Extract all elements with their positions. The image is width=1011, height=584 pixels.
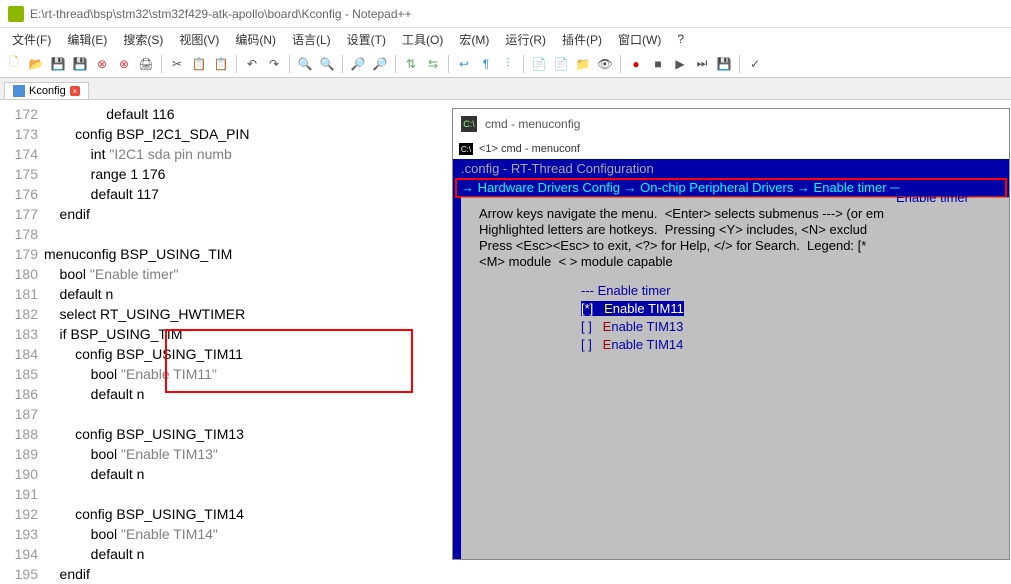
- play-multi-icon[interactable]: ⏭: [693, 55, 711, 73]
- cmd-titlebar[interactable]: C:\ cmd - menuconfig: [453, 109, 1009, 139]
- find-icon[interactable]: 🔍: [296, 55, 314, 73]
- cut-icon[interactable]: ✂: [168, 55, 186, 73]
- menuconfig-option[interactable]: [*] Enable TIM11: [581, 300, 1009, 318]
- tab-kconfig[interactable]: Kconfig ×: [4, 82, 89, 99]
- open-file-icon[interactable]: 📂: [27, 55, 45, 73]
- play-icon[interactable]: ▶: [671, 55, 689, 73]
- menu-run[interactable]: 运行(R): [497, 31, 554, 48]
- menubar: 文件(F) 编辑(E) 搜索(S) 视图(V) 编码(N) 语言(L) 设置(T…: [0, 28, 1011, 50]
- sync-h-icon[interactable]: ⇆: [424, 55, 442, 73]
- menuconfig-option[interactable]: [ ] Enable TIM14: [581, 336, 1009, 354]
- window-titlebar: E:\rt-thread\bsp\stm32\stm32f429-atk-apo…: [0, 0, 1011, 28]
- separator: [236, 55, 237, 73]
- menuconfig-help-text: Arrow keys navigate the menu. <Enter> se…: [461, 198, 1009, 274]
- record-icon[interactable]: ●: [627, 55, 645, 73]
- menuconfig-options[interactable]: --- Enable timer[*] Enable TIM11[ ] Enab…: [461, 282, 1009, 354]
- cmd-tab-icon: C:\: [459, 143, 473, 155]
- menu-view[interactable]: 视图(V): [171, 31, 227, 48]
- doc-map-icon[interactable]: 📄: [552, 55, 570, 73]
- menu-search[interactable]: 搜索(S): [115, 31, 171, 48]
- tab-label: Kconfig: [29, 85, 66, 97]
- zoom-in-icon[interactable]: 🔎: [349, 55, 367, 73]
- wordwrap-icon[interactable]: ↩: [455, 55, 473, 73]
- new-file-icon[interactable]: 🗋: [5, 55, 23, 73]
- close-icon[interactable]: ⊗: [93, 55, 111, 73]
- menuconfig-option[interactable]: [ ] Enable TIM13: [581, 318, 1009, 336]
- menu-plugins[interactable]: 插件(P): [554, 31, 610, 48]
- file-icon: [13, 85, 25, 97]
- cmd-tabstrip: C:\ <1> cmd - menuconf: [453, 139, 1009, 159]
- indent-guide-icon[interactable]: ⫶: [499, 55, 517, 73]
- save-all-icon[interactable]: 💾: [71, 55, 89, 73]
- copy-icon[interactable]: 📋: [190, 55, 208, 73]
- folder-icon[interactable]: 📁: [574, 55, 592, 73]
- menu-edit[interactable]: 编辑(E): [59, 31, 115, 48]
- sync-icon[interactable]: ⇅: [402, 55, 420, 73]
- close-all-icon[interactable]: ⊗: [115, 55, 133, 73]
- separator: [448, 55, 449, 73]
- stop-icon[interactable]: ■: [649, 55, 667, 73]
- menuconfig-panel-title: Enable timer: [896, 190, 969, 205]
- spellcheck-icon[interactable]: ✓: [746, 55, 764, 73]
- undo-icon[interactable]: ↶: [243, 55, 261, 73]
- line-gutter: 1721731741751761771781791801811821831841…: [0, 100, 44, 560]
- function-list-icon[interactable]: 📄: [530, 55, 548, 73]
- print-icon[interactable]: 🖨: [137, 55, 155, 73]
- separator: [739, 55, 740, 73]
- tab-close-icon[interactable]: ×: [70, 86, 80, 96]
- replace-icon[interactable]: 🔍: [318, 55, 336, 73]
- menu-settings[interactable]: 设置(T): [339, 31, 394, 48]
- zoom-out-icon[interactable]: 🔎: [371, 55, 389, 73]
- menuconfig-panel: Enable timer Arrow keys navigate the men…: [461, 197, 1009, 559]
- separator: [342, 55, 343, 73]
- menuconfig-screen[interactable]: .config - RT-Thread Configuration → Hard…: [453, 159, 1009, 559]
- menu-window[interactable]: 窗口(W): [610, 31, 669, 48]
- cmd-title: cmd - menuconfig: [485, 117, 580, 131]
- separator: [523, 55, 524, 73]
- menuconfig-option: --- Enable timer: [581, 282, 1009, 300]
- save-icon[interactable]: 💾: [49, 55, 67, 73]
- cmd-tab-label[interactable]: <1> cmd - menuconf: [479, 143, 580, 155]
- cmd-icon: C:\: [461, 116, 477, 132]
- menu-language[interactable]: 语言(L): [284, 31, 339, 48]
- menu-file[interactable]: 文件(F): [4, 31, 59, 48]
- window-title: E:\rt-thread\bsp\stm32\stm32f429-atk-apo…: [30, 7, 412, 21]
- menu-help[interactable]: ?: [669, 32, 692, 46]
- separator: [620, 55, 621, 73]
- toolbar: 🗋 📂 💾 💾 ⊗ ⊗ 🖨 ✂ 📋 📋 ↶ ↷ 🔍 🔍 🔎 🔎 ⇅ ⇆ ↩ ¶ …: [0, 50, 1011, 78]
- separator: [161, 55, 162, 73]
- show-all-icon[interactable]: ¶: [477, 55, 495, 73]
- separator: [289, 55, 290, 73]
- paste-icon[interactable]: 📋: [212, 55, 230, 73]
- separator: [395, 55, 396, 73]
- menu-tools[interactable]: 工具(O): [394, 31, 451, 48]
- save-macro-icon[interactable]: 💾: [715, 55, 733, 73]
- menu-encoding[interactable]: 编码(N): [227, 31, 284, 48]
- redo-icon[interactable]: ↷: [265, 55, 283, 73]
- menuconfig-header: .config - RT-Thread Configuration: [453, 159, 1009, 178]
- menu-macro[interactable]: 宏(M): [451, 31, 497, 48]
- document-tabstrip: Kconfig ×: [0, 78, 1011, 100]
- cmd-window[interactable]: C:\ cmd - menuconfig C:\ <1> cmd - menuc…: [452, 108, 1010, 560]
- app-icon: [8, 6, 24, 22]
- monitor-icon[interactable]: 👁: [596, 55, 614, 73]
